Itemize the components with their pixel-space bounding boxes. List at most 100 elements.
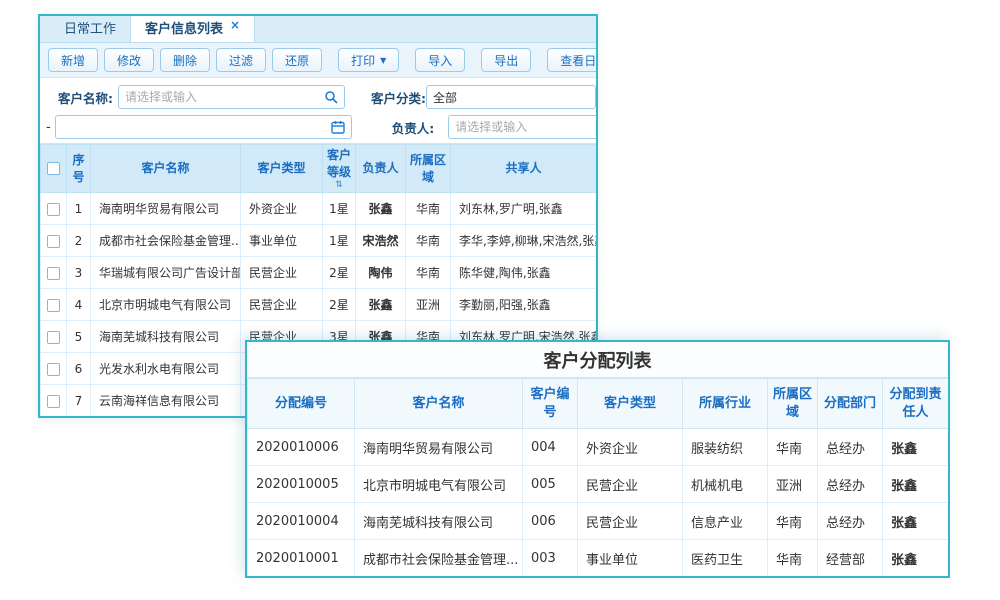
add-button[interactable]: 新增 [48, 48, 98, 72]
allocation-number-link[interactable]: 2020010004 [248, 503, 355, 540]
row-checkbox[interactable] [47, 363, 60, 376]
assignee-link[interactable]: 张鑫 [883, 540, 949, 577]
select-all-checkbox[interactable] [47, 162, 60, 175]
allocation-header-row: 分配编号 客户名称 客户编号 客户类型 所属行业 所属区域 分配部门 分配到责任… [248, 379, 949, 429]
assignee-link[interactable]: 张鑫 [883, 466, 949, 503]
customer-type-cell: 民营企业 [241, 289, 323, 321]
import-button[interactable]: 导入 [415, 48, 465, 72]
customer-category-value: 全部 [433, 89, 457, 106]
sort-icon[interactable]: ⇅ [325, 181, 353, 190]
date-input[interactable] [62, 120, 327, 134]
customer-name-link[interactable]: 北京市明城电气有限公司 [355, 466, 523, 503]
search-icon[interactable] [324, 90, 338, 104]
region-cell: 华南 [406, 257, 451, 289]
print-button[interactable]: 打印 ▼ [338, 48, 399, 72]
assignee-link[interactable]: 张鑫 [883, 429, 949, 466]
tab-customer-info-label: 客户信息列表 [145, 18, 223, 37]
row-checkbox[interactable] [47, 235, 60, 248]
customer-name-link[interactable]: 海南芜城科技有限公司 [355, 503, 523, 540]
customer-name-link[interactable]: 成都市社会保险基金管理... [91, 225, 241, 257]
row-checkbox[interactable] [47, 299, 60, 312]
customer-category-select[interactable]: 全部 [426, 85, 596, 109]
header-industry: 所属行业 [683, 379, 768, 429]
assignee-link[interactable]: 张鑫 [883, 503, 949, 540]
serial-number-cell: 3 [67, 257, 91, 289]
header-owner: 负责人 [356, 145, 406, 193]
tab-customer-info-list[interactable]: 客户信息列表 × [130, 14, 255, 42]
customer-name-link[interactable]: 海南明华贸易有限公司 [355, 429, 523, 466]
delete-button[interactable]: 删除 [160, 48, 210, 72]
filter-area: 客户名称: 客户分类: 全部 - [40, 78, 596, 144]
close-icon[interactable]: × [230, 19, 240, 31]
row-checkbox[interactable] [47, 203, 60, 216]
allocation-table-row: 2020010006海南明华贸易有限公司004外资企业服装纺织华南总经办张鑫 [248, 429, 949, 466]
header-customer-code: 客户编号 [523, 379, 578, 429]
customer-name-link[interactable]: 海南芜城科技有限公司 [91, 321, 241, 353]
owner-input-wrap [448, 115, 596, 139]
chevron-down-icon: ▼ [380, 56, 386, 65]
row-checkbox[interactable] [47, 395, 60, 408]
owner-link[interactable]: 宋浩然 [356, 225, 406, 257]
customer-name-link[interactable]: 北京市明城电气有限公司 [91, 289, 241, 321]
customer-table-head: 序号 客户名称 客户类型 客户等级 ⇅ 负责人 所属区域 共享人 [41, 145, 597, 193]
customer-code-cell: 004 [523, 429, 578, 466]
customer-name-link[interactable]: 海南明华贸易有限公司 [91, 193, 241, 225]
region-cell: 亚洲 [406, 289, 451, 321]
customer-code-cell: 005 [523, 466, 578, 503]
customer-table-row: 3华瑞城有限公司广告设计部民营企业2星陶伟华南陈华健,陶伟,张鑫 [41, 257, 597, 289]
region-cell: 华南 [406, 225, 451, 257]
customer-type-cell: 事业单位 [241, 225, 323, 257]
row-checkbox[interactable] [47, 267, 60, 280]
date-range-dash: - [46, 120, 51, 135]
tab-daily-work[interactable]: 日常工作 [50, 14, 130, 42]
owner-label: 负责人: [392, 118, 435, 137]
customer-table-row: 2成都市社会保险基金管理...事业单位1星宋浩然华南李华,李婷,柳琳,宋浩然,张… [41, 225, 597, 257]
serial-number-cell: 2 [67, 225, 91, 257]
customer-level-cell: 1星 [323, 193, 356, 225]
filter-row-1: 客户名称: 客户分类: 全部 [40, 83, 596, 111]
owner-link[interactable]: 张鑫 [356, 193, 406, 225]
owner-link[interactable]: 陶伟 [356, 257, 406, 289]
header-customer-level-label: 客户等级 [327, 148, 351, 178]
customer-table-row: 1海南明华贸易有限公司外资企业1星张鑫华南刘东林,罗广明,张鑫 [41, 193, 597, 225]
customer-code-cell: 003 [523, 540, 578, 577]
header-alloc-dept: 分配部门 [818, 379, 883, 429]
customer-name-input[interactable] [125, 90, 320, 104]
date-input-wrap [55, 115, 352, 139]
allocation-table-row: 2020010001成都市社会保险基金管理...003事业单位医药卫生华南经营部… [248, 540, 949, 577]
checkbox-cell [41, 321, 67, 353]
customer-name-link[interactable]: 成都市社会保险基金管理... [355, 540, 523, 577]
modify-button[interactable]: 修改 [104, 48, 154, 72]
industry-cell: 服装纺织 [683, 429, 768, 466]
allocation-number-link[interactable]: 2020010005 [248, 466, 355, 503]
customer-name-link[interactable]: 光发水利水电有限公司 [91, 353, 241, 385]
owner-link[interactable]: 张鑫 [356, 289, 406, 321]
header-customer-name: 客户名称 [91, 145, 241, 193]
calendar-icon[interactable] [331, 120, 345, 134]
customer-name-label: 客户名称: [58, 88, 118, 107]
customer-name-link[interactable]: 华瑞城有限公司广告设计部 [91, 257, 241, 289]
customer-type-cell: 外资企业 [578, 429, 683, 466]
export-button[interactable]: 导出 [481, 48, 531, 72]
checkbox-cell [41, 385, 67, 417]
allocation-number-link[interactable]: 2020010001 [248, 540, 355, 577]
row-checkbox[interactable] [47, 331, 60, 344]
allocation-table-row: 2020010005北京市明城电气有限公司005民营企业机械机电亚洲总经办张鑫 [248, 466, 949, 503]
filter-button[interactable]: 过滤 [216, 48, 266, 72]
allocation-number-link[interactable]: 2020010006 [248, 429, 355, 466]
restore-button[interactable]: 还原 [272, 48, 322, 72]
allocation-dept-cell: 总经办 [818, 503, 883, 540]
header-alloc-no: 分配编号 [248, 379, 355, 429]
checkbox-cell [41, 193, 67, 225]
allocation-table-body: 2020010006海南明华贸易有限公司004外资企业服装纺织华南总经办张鑫20… [248, 429, 949, 577]
region-cell: 华南 [768, 540, 818, 577]
customer-table-row: 4北京市明城电气有限公司民营企业2星张鑫亚洲李勤丽,阳强,张鑫 [41, 289, 597, 321]
tab-bar: 日常工作 客户信息列表 × [40, 16, 596, 43]
header-serial: 序号 [67, 145, 91, 193]
header-customer-level: 客户等级 ⇅ [323, 145, 356, 193]
owner-input[interactable] [455, 120, 596, 134]
customer-name-link[interactable]: 云南海祥信息有限公司 [91, 385, 241, 417]
serial-number-cell: 1 [67, 193, 91, 225]
view-log-button[interactable]: 查看日志 [547, 48, 598, 72]
shared-people-cell: 刘东林,罗广明,张鑫 [451, 193, 597, 225]
